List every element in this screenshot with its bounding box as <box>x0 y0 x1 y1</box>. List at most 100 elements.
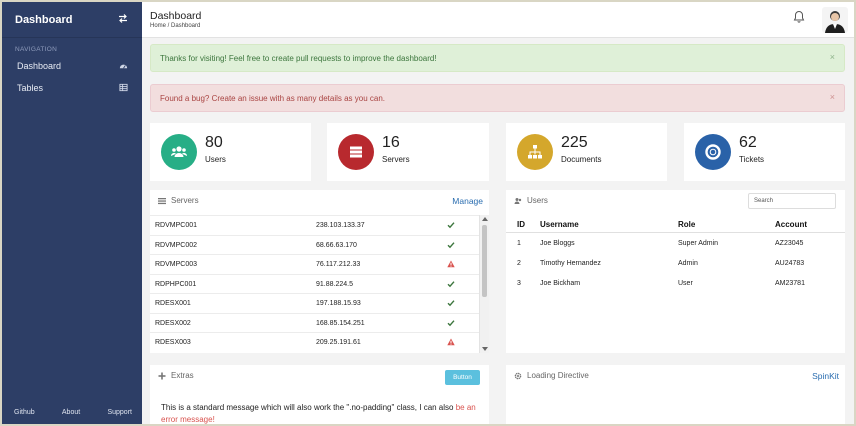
cell-username: Joe Bickham <box>540 280 581 287</box>
sitemap-icon <box>517 134 553 170</box>
avatar[interactable] <box>822 7 848 33</box>
top-header: Dashboard Home / Dashboard <box>142 2 854 38</box>
sidebar-item-label: Dashboard <box>17 61 62 71</box>
table-icon <box>119 83 128 94</box>
stat-card-tickets: 62 Tickets <box>684 123 845 181</box>
search-input[interactable]: Search <box>748 193 836 209</box>
table-row[interactable]: 2 Timothy Hernandez Admin AU24783 <box>506 254 845 274</box>
panel-title: Extras <box>158 371 194 380</box>
cell-account: AU24783 <box>775 260 805 267</box>
table-row[interactable]: RDVMPC003 76.117.212.33 <box>150 254 479 274</box>
check-icon <box>447 221 455 231</box>
stat-label: Tickets <box>739 155 765 164</box>
column-header[interactable]: Account <box>775 220 807 229</box>
success-alert: Thanks for visiting! Feel free to create… <box>150 44 845 72</box>
gear-icon <box>514 372 522 379</box>
cell-role: User <box>678 280 693 287</box>
column-header[interactable]: ID <box>517 220 525 229</box>
cell-role: Admin <box>678 260 698 267</box>
spinkit-link[interactable]: SpinKit <box>812 371 839 381</box>
brand-bar: Dashboard <box>2 2 142 38</box>
close-icon[interactable]: × <box>830 52 835 62</box>
cell-ip: 168.85.154.251 <box>316 319 365 327</box>
sidebar: Dashboard Navigation Dashboard Tables Gi… <box>2 2 142 424</box>
scrollbar[interactable] <box>479 215 489 353</box>
users-table-header: ID Username Role Account <box>506 215 845 233</box>
table-row[interactable]: RDESX002 168.85.154.251 <box>150 312 479 333</box>
stat-label: Documents <box>561 155 602 164</box>
plus-icon <box>158 372 166 379</box>
sidebar-item-tables[interactable]: Tables <box>2 77 142 99</box>
check-icon <box>447 280 455 290</box>
column-header[interactable]: Username <box>540 220 579 229</box>
cell-server-name: RDESX003 <box>155 339 191 346</box>
table-row[interactable]: 1 Joe Bloggs Super Admin AZ23045 <box>506 234 845 254</box>
table-row[interactable]: RDVMPC002 68.66.63.170 <box>150 234 479 255</box>
users-icon <box>161 134 197 170</box>
close-icon[interactable]: × <box>830 92 835 102</box>
servers-title: Servers <box>171 196 199 205</box>
bell-icon[interactable] <box>793 10 805 24</box>
users-small-icon <box>514 197 522 204</box>
list-icon <box>158 197 166 204</box>
cell-account: AM23781 <box>775 280 805 287</box>
cell-ip: 68.66.63.170 <box>316 241 357 249</box>
breadcrumb[interactable]: Home / Dashboard <box>150 23 200 29</box>
github-link[interactable]: Github <box>14 409 35 416</box>
table-row[interactable]: RDESX003 209.25.191.61 <box>150 332 479 352</box>
cell-ip: 209.25.191.61 <box>316 339 361 346</box>
panel-title: Servers <box>158 196 199 205</box>
message-text: This is a standard message which will al… <box>161 403 454 412</box>
cell-server-name: RDVMPC002 <box>155 241 198 249</box>
cell-account: AZ23045 <box>775 240 804 247</box>
sidebar-item-label: Tables <box>17 83 44 93</box>
check-icon <box>447 319 455 329</box>
alert-text: Thanks for visiting! Feel free to create… <box>160 53 437 63</box>
manage-link[interactable]: Manage <box>452 196 483 206</box>
cell-ip: 91.88.224.5 <box>316 280 353 288</box>
stat-card-documents: 225 Documents <box>506 123 667 181</box>
servers-panel: Servers Manage RDVMPC001 238.103.133.37 RD… <box>150 190 489 353</box>
table-row[interactable]: 3 Joe Bickham User AM23781 <box>506 274 845 294</box>
cell-ip: 197.188.15.93 <box>316 300 361 307</box>
stat-value: 225 <box>561 134 588 151</box>
sidebar-item-dashboard[interactable]: Dashboard <box>2 55 142 77</box>
danger-alert: Found a bug? Create an issue with as man… <box>150 84 845 112</box>
page-title: Dashboard <box>150 10 202 22</box>
cell-id: 1 <box>517 240 521 247</box>
check-icon <box>447 241 455 251</box>
info-button[interactable]: Button <box>445 370 480 385</box>
cell-username: Joe Bloggs <box>540 240 575 247</box>
check-icon <box>447 299 455 309</box>
cell-ip: 238.103.133.37 <box>316 222 365 229</box>
scroll-down-arrow[interactable] <box>482 347 488 351</box>
scroll-up-arrow[interactable] <box>482 217 488 221</box>
scroll-thumb[interactable] <box>482 225 487 297</box>
cell-role: Super Admin <box>678 240 719 247</box>
stat-card-users: 80 Users <box>150 123 311 181</box>
cell-server-name: RDESX001 <box>155 300 191 307</box>
toggle-sidebar-icon[interactable] <box>118 14 128 25</box>
panel-title: Users <box>514 196 548 205</box>
support-link[interactable]: Support <box>107 409 132 416</box>
servers-icon <box>338 134 374 170</box>
stat-value: 80 <box>205 134 223 151</box>
loading-title: Loading Directive <box>527 371 589 380</box>
stat-card-servers: 16 Servers <box>327 123 489 181</box>
extras-panel: Extras Button This is a standard message… <box>150 365 489 426</box>
column-header[interactable]: Role <box>678 220 695 229</box>
table-row[interactable]: RDESX001 197.188.15.93 <box>150 293 479 313</box>
stat-label: Servers <box>382 155 410 164</box>
table-row[interactable]: RDPHPC001 91.88.224.5 <box>150 273 479 294</box>
cell-server-name: RDESX002 <box>155 319 191 327</box>
cell-server-name: RDPHPC001 <box>155 280 197 288</box>
about-link[interactable]: About <box>62 409 80 416</box>
brand-title[interactable]: Dashboard <box>15 14 72 26</box>
table-row[interactable]: RDVMPC001 238.103.133.37 <box>150 215 479 235</box>
life-ring-icon <box>695 134 731 170</box>
warning-icon <box>447 260 455 270</box>
extras-message: This is a standard message which will al… <box>161 402 479 426</box>
stat-value: 62 <box>739 134 757 151</box>
sidebar-footer: Github About Support <box>2 409 142 416</box>
dashboard-icon <box>119 61 128 72</box>
